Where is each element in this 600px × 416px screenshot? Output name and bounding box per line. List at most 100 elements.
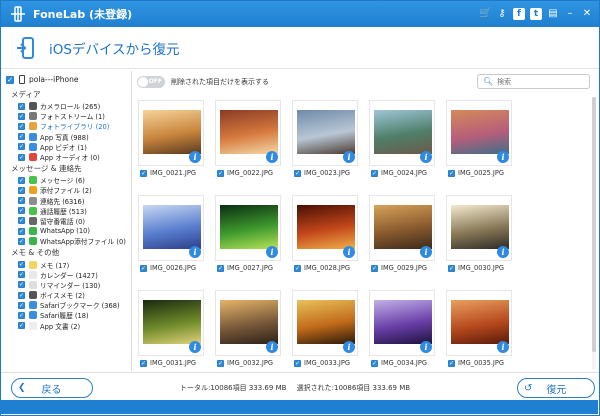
photo-thumbnail[interactable] bbox=[143, 300, 201, 344]
photo-frame[interactable]: i bbox=[369, 100, 435, 166]
sidebar-item-checkbox[interactable]: ✓ bbox=[18, 102, 25, 110]
photo-item[interactable]: i ✓ IMG_0021.JPG bbox=[138, 100, 205, 180]
photo-item[interactable]: i ✓ IMG_0035.JPG bbox=[446, 290, 513, 370]
photo-checkbox[interactable]: ✓ bbox=[448, 169, 455, 177]
photo-checkbox[interactable]: ✓ bbox=[217, 169, 224, 177]
photo-thumbnail[interactable] bbox=[220, 110, 278, 154]
photo-item[interactable]: i ✓ IMG_0031.JPG bbox=[138, 290, 205, 370]
sidebar-item[interactable]: ✓ フォトストリーム (1) bbox=[1, 111, 131, 121]
photo-thumbnail[interactable] bbox=[220, 205, 278, 249]
sidebar-item[interactable]: ✓ WhatsApp (10) bbox=[1, 226, 131, 236]
back-button[interactable]: ❮ 戻る bbox=[11, 378, 93, 398]
photo-thumbnail[interactable] bbox=[297, 205, 355, 249]
sidebar-item-checkbox[interactable]: ✓ bbox=[18, 153, 25, 161]
info-icon[interactable]: i bbox=[189, 246, 201, 258]
photo-thumbnail[interactable] bbox=[143, 205, 201, 249]
photo-checkbox[interactable]: ✓ bbox=[217, 359, 224, 367]
photo-frame[interactable]: i bbox=[215, 290, 281, 356]
sidebar-item[interactable]: ✓ Safariブックマーク (368) bbox=[1, 300, 131, 310]
photo-frame[interactable]: i bbox=[446, 100, 512, 166]
sidebar-item-checkbox[interactable]: ✓ bbox=[18, 217, 25, 225]
sidebar-item[interactable]: ✓ Safari履歴 (18) bbox=[1, 310, 131, 320]
key-icon[interactable]: ⚷ bbox=[496, 8, 508, 20]
photo-item[interactable]: i ✓ IMG_0025.JPG bbox=[446, 100, 513, 180]
photo-frame[interactable]: i bbox=[369, 195, 435, 261]
sidebar-item-checkbox[interactable]: ✓ bbox=[18, 227, 25, 235]
photo-checkbox[interactable]: ✓ bbox=[140, 169, 147, 177]
photo-item[interactable]: i ✓ IMG_0022.JPG bbox=[215, 100, 282, 180]
photo-frame[interactable]: i bbox=[446, 290, 512, 356]
photo-frame[interactable]: i bbox=[215, 100, 281, 166]
photo-frame[interactable]: i bbox=[292, 290, 358, 356]
minimize-icon[interactable]: – bbox=[564, 8, 576, 20]
photo-checkbox[interactable]: ✓ bbox=[140, 359, 147, 367]
photo-checkbox[interactable]: ✓ bbox=[371, 169, 378, 177]
photo-thumbnail[interactable] bbox=[451, 205, 509, 249]
photo-item[interactable]: i ✓ IMG_0030.JPG bbox=[446, 195, 513, 275]
sidebar-item-checkbox[interactable]: ✓ bbox=[18, 322, 25, 330]
sidebar-item-checkbox[interactable]: ✓ bbox=[18, 133, 25, 141]
sidebar-item-checkbox[interactable]: ✓ bbox=[18, 122, 25, 130]
sidebar-item[interactable]: ✓ App 文書 (2) bbox=[1, 321, 131, 331]
photo-thumbnail[interactable] bbox=[220, 300, 278, 344]
photo-thumbnail[interactable] bbox=[297, 110, 355, 154]
sidebar-item-checkbox[interactable]: ✓ bbox=[18, 176, 25, 184]
photo-checkbox[interactable]: ✓ bbox=[294, 359, 301, 367]
photo-item[interactable]: i ✓ IMG_0023.JPG bbox=[292, 100, 359, 180]
sidebar-item-checkbox[interactable]: ✓ bbox=[18, 207, 25, 215]
photo-frame[interactable]: i bbox=[138, 290, 204, 356]
sidebar-item[interactable]: ✓ App ビデオ (1) bbox=[1, 142, 131, 152]
sidebar-item-checkbox[interactable]: ✓ bbox=[18, 271, 25, 279]
photo-checkbox[interactable]: ✓ bbox=[448, 359, 455, 367]
photo-checkbox[interactable]: ✓ bbox=[448, 264, 455, 272]
sidebar-item[interactable]: ✓ 連絡先 (6316) bbox=[1, 196, 131, 206]
info-icon[interactable]: i bbox=[343, 151, 355, 163]
sidebar-item-checkbox[interactable]: ✓ bbox=[18, 186, 25, 194]
info-icon[interactable]: i bbox=[266, 246, 278, 258]
photo-frame[interactable]: i bbox=[292, 100, 358, 166]
photo-thumbnail[interactable] bbox=[451, 110, 509, 154]
photo-item[interactable]: i ✓ IMG_0034.JPG bbox=[369, 290, 436, 370]
info-icon[interactable]: i bbox=[266, 341, 278, 353]
search-box[interactable]: 🔍︎ bbox=[477, 74, 590, 89]
photo-checkbox[interactable]: ✓ bbox=[294, 264, 301, 272]
photo-frame[interactable]: i bbox=[446, 195, 512, 261]
twitter-icon[interactable]: t bbox=[530, 8, 542, 20]
sidebar-item[interactable]: ✓ ボイスメモ (2) bbox=[1, 290, 131, 300]
sidebar-item-checkbox[interactable]: ✓ bbox=[18, 237, 25, 245]
restore-button[interactable]: ↺ 復元 bbox=[517, 378, 595, 398]
sidebar-item-checkbox[interactable]: ✓ bbox=[18, 281, 25, 289]
sidebar-item[interactable]: ✓ リマインダー (130) bbox=[1, 280, 131, 290]
sidebar-item-checkbox[interactable]: ✓ bbox=[18, 291, 25, 299]
info-icon[interactable]: i bbox=[343, 341, 355, 353]
sidebar-item[interactable]: ✓ メッセージ (6) bbox=[1, 175, 131, 185]
sidebar-item[interactable]: ✓ App オーディオ (0) bbox=[1, 152, 131, 162]
info-icon[interactable]: i bbox=[420, 341, 432, 353]
info-icon[interactable]: i bbox=[420, 151, 432, 163]
photo-checkbox[interactable]: ✓ bbox=[140, 264, 147, 272]
cart-icon[interactable]: 🛒 bbox=[479, 8, 491, 20]
sidebar-item[interactable]: ✓ カメラロール (265) bbox=[1, 101, 131, 111]
sidebar-item-checkbox[interactable]: ✓ bbox=[18, 197, 25, 205]
sidebar-item[interactable]: ✓ 留守番電話 (0) bbox=[1, 216, 131, 226]
info-icon[interactable]: i bbox=[189, 341, 201, 353]
sidebar-item[interactable]: ✓ フォトライブラリ (20) bbox=[1, 121, 131, 131]
photo-frame[interactable]: i bbox=[138, 195, 204, 261]
feedback-icon[interactable]: ▤ bbox=[547, 8, 559, 20]
sidebar-item[interactable]: ✓ カレンダー (1427) bbox=[1, 270, 131, 280]
info-icon[interactable]: i bbox=[497, 246, 509, 258]
scrollbar[interactable] bbox=[592, 97, 596, 369]
photo-item[interactable]: i ✓ IMG_0028.JPG bbox=[292, 195, 359, 275]
photo-item[interactable]: i ✓ IMG_0027.JPG bbox=[215, 195, 282, 275]
sidebar-item-checkbox[interactable]: ✓ bbox=[18, 301, 25, 309]
info-icon[interactable]: i bbox=[189, 151, 201, 163]
sidebar-item[interactable]: ✓ 添付ファイル (2) bbox=[1, 185, 131, 195]
photo-checkbox[interactable]: ✓ bbox=[371, 264, 378, 272]
photo-item[interactable]: i ✓ IMG_0029.JPG bbox=[369, 195, 436, 275]
photo-thumbnail[interactable] bbox=[374, 205, 432, 249]
deleted-only-toggle[interactable]: OFF bbox=[137, 76, 165, 88]
info-icon[interactable]: i bbox=[497, 341, 509, 353]
photo-thumbnail[interactable] bbox=[374, 110, 432, 154]
search-input[interactable] bbox=[497, 77, 588, 86]
photo-thumbnail[interactable] bbox=[451, 300, 509, 344]
